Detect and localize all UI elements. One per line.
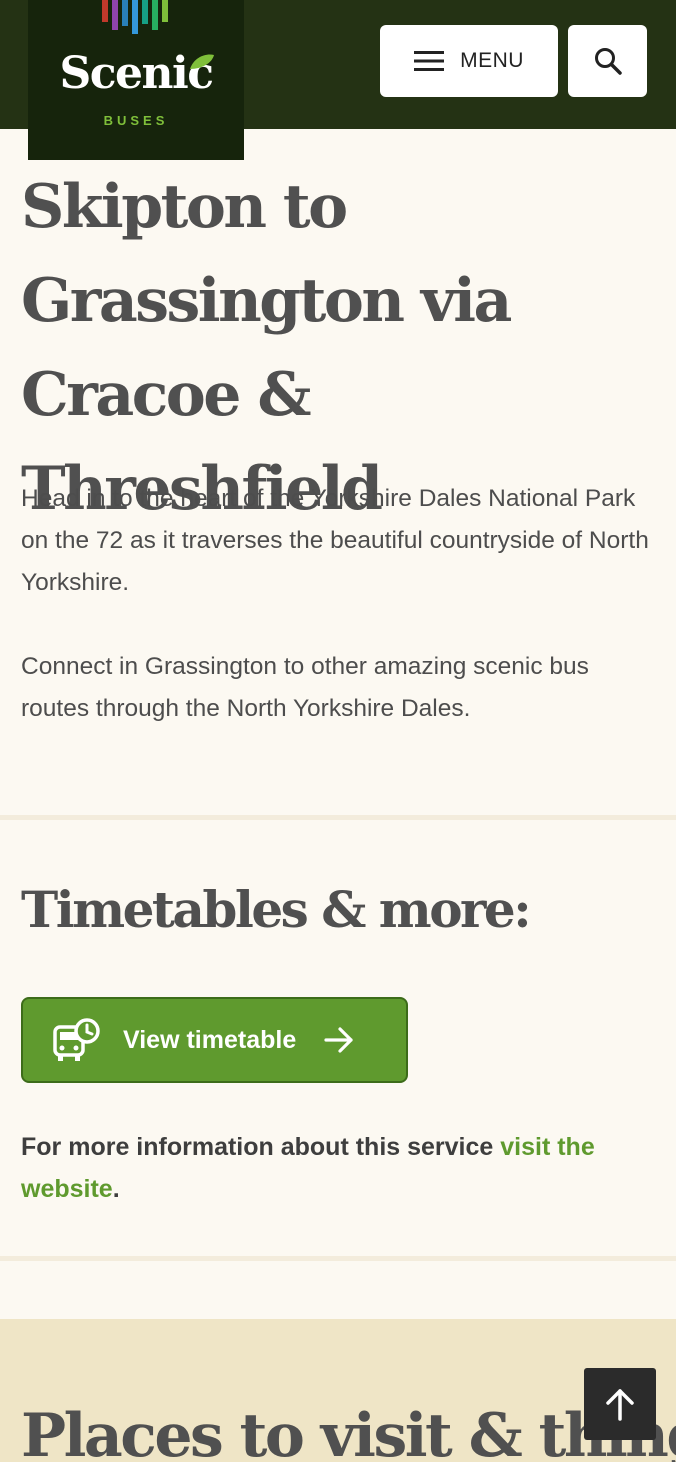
hamburger-icon bbox=[414, 51, 445, 71]
view-timetable-button[interactable]: View timetable bbox=[21, 997, 408, 1083]
section-divider bbox=[0, 815, 676, 820]
logo-subtitle: BUSES bbox=[103, 113, 169, 128]
intro-text: Head in to the heart of the Yorkshire Da… bbox=[21, 478, 661, 730]
search-button[interactable] bbox=[568, 25, 647, 97]
leaf-icon bbox=[190, 54, 214, 69]
menu-button[interactable]: MENU bbox=[380, 25, 558, 97]
section-divider bbox=[0, 1256, 676, 1261]
arrow-up-icon bbox=[606, 1389, 634, 1421]
more-info-end: . bbox=[112, 1175, 120, 1203]
logo[interactable]: Scenic BUSES bbox=[28, 0, 244, 160]
intro-paragraph: Connect in Grassington to other amazing … bbox=[21, 653, 589, 722]
back-to-top-button[interactable] bbox=[584, 1368, 656, 1440]
arrow-right-icon bbox=[324, 1027, 353, 1053]
site-header: Scenic BUSES MENU bbox=[0, 0, 676, 160]
places-section: Places to visit & things bbox=[0, 1319, 676, 1462]
more-info-text: For more information about this service … bbox=[21, 1126, 661, 1210]
more-info-lead: For more information about this service bbox=[21, 1133, 501, 1161]
search-icon bbox=[594, 48, 622, 75]
places-heading: Places to visit & things bbox=[21, 1401, 676, 1462]
timetables-heading: Timetables & more: bbox=[21, 880, 532, 939]
view-timetable-label: View timetable bbox=[123, 1025, 297, 1054]
menu-label: MENU bbox=[460, 49, 524, 72]
logo-stripes-icon bbox=[102, 0, 168, 34]
intro-paragraph: Head in to the heart of the Yorkshire Da… bbox=[21, 485, 649, 596]
bus-clock-icon bbox=[53, 1018, 100, 1061]
